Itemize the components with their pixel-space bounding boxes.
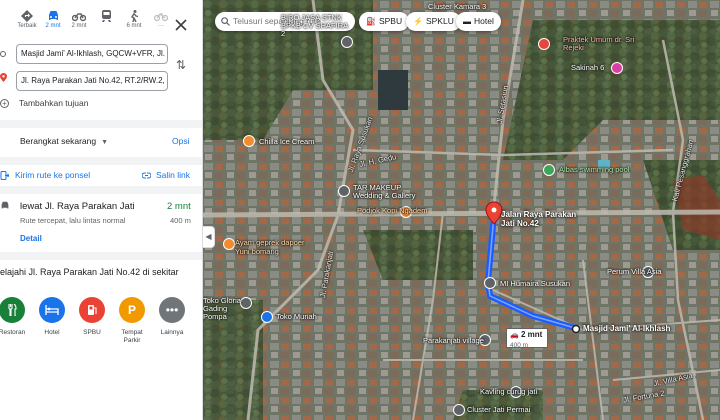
divider [0,186,202,194]
travel-mode-bar: Terbaik 2 mnt 2 mnt 6 mnt — [0,8,202,38]
depart-time-select[interactable]: Berangkat sekarang ▼ [20,136,108,146]
bicycle-icon [154,13,168,22]
walk-icon [131,10,139,22]
ice-cream-pin-icon[interactable] [243,135,255,147]
car-icon [1,201,9,209]
close-icon [175,19,187,31]
divider [0,120,202,128]
bed-icon [45,305,59,315]
destination-pin-icon [0,73,7,82]
mode-bicycle[interactable]: — [146,8,176,38]
shop-pin-icon[interactable] [611,62,623,74]
origin-input[interactable]: Masjid Jami' Al-Ikhlash, GQCW+VFR, Jl. V… [16,44,168,64]
chip-spbu[interactable]: ⛽ SPBU [359,12,410,31]
origin-dot-icon [0,51,6,57]
school-pin-icon[interactable] [484,277,496,289]
mode-walk[interactable]: 6 mnt [119,8,149,38]
category-more[interactable]: ••• Lainnya [152,297,192,337]
place-pin-icon[interactable] [338,185,350,197]
send-to-phone-link[interactable]: Kirim rute ke ponsel [0,170,90,181]
options-button[interactable]: Opsi [172,136,189,146]
diamond-icon [21,10,33,22]
bed-icon: ▬ [463,17,471,26]
ev-charger-icon: ⚡ [413,17,423,26]
route-option-title[interactable]: lewat Jl. Raya Parakan Jati [20,201,135,212]
place-pin-icon[interactable] [453,404,465,416]
send-phone-icon [0,171,10,181]
route-description: Rute tercepat, lalu lintas normal [20,216,126,225]
gas-pump-icon: ⛽ [366,17,376,26]
gas-pump-icon [87,305,97,315]
route-duration: 2 mnt [167,201,191,212]
chevron-left-icon: ◀ [205,232,212,241]
explore-nearby-title: elajahi Jl. Raya Parakan Jati No.42 di s… [0,267,179,277]
destination-label[interactable]: Jalan Raya Parakan Jati No.42 [501,210,581,228]
link-icon [141,172,152,179]
route-distance: 400 m [170,216,191,225]
destination-input[interactable]: Jl. Raya Parakan Jati No.42, RT.2/RW.2, … [16,71,168,91]
origin-label[interactable]: Masjid Jami' Al-Ikhlash [583,324,670,333]
category-gas-station[interactable]: SPBU [72,297,112,337]
copy-link-button[interactable]: Salin link [141,170,190,180]
mode-motorcycle[interactable]: 2 mnt [64,8,94,38]
satellite-map[interactable]: Telusuri sepanjang rute ⛽ SPBU ⚡ SPKLU ▬ Ho… [203,0,720,420]
category-restaurant[interactable]: Restoran [0,297,32,337]
divider [0,252,202,260]
parking-icon: P [127,303,136,317]
caret-down-icon: ▼ [101,139,109,146]
close-directions-button[interactable] [175,18,191,34]
category-hotel[interactable]: Hotel [32,297,72,337]
clinic-pin-icon[interactable] [538,38,550,50]
directions-panel: Terbaik 2 mnt 2 mnt 6 mnt — Masjid Jami'… [0,0,203,420]
fork-knife-icon [8,304,17,316]
add-destination-button[interactable]: + Tambahkan tujuan [0,98,88,108]
route-eta-callout[interactable]: 🚗 2 mnt 400 m [506,328,548,349]
car-icon [48,11,58,20]
search-icon [221,17,230,26]
more-icon: ••• [165,303,179,317]
chip-hotel[interactable]: ▬ Hotel [456,12,501,31]
chip-spklu[interactable]: ⚡ SPKLU [406,12,461,31]
restaurant-pin-icon[interactable] [223,238,235,250]
car-icon: 🚗 [510,332,519,339]
category-parking[interactable]: P Tempat Parkir [112,297,152,345]
map-imagery [203,0,720,420]
shop-pin-icon[interactable] [261,311,273,323]
collapse-panel-button[interactable]: ◀ [203,226,215,248]
plus-icon: + [0,99,9,108]
mode-transit[interactable] [91,8,121,38]
pool-pin-icon[interactable] [543,164,555,176]
swap-route-button[interactable]: ⇅ [176,58,186,72]
swap-icon: ⇅ [176,58,187,72]
divider [0,157,202,165]
train-icon [101,10,111,22]
route-detail-link[interactable]: Detail [20,234,42,243]
motorcycle-icon [72,13,86,22]
